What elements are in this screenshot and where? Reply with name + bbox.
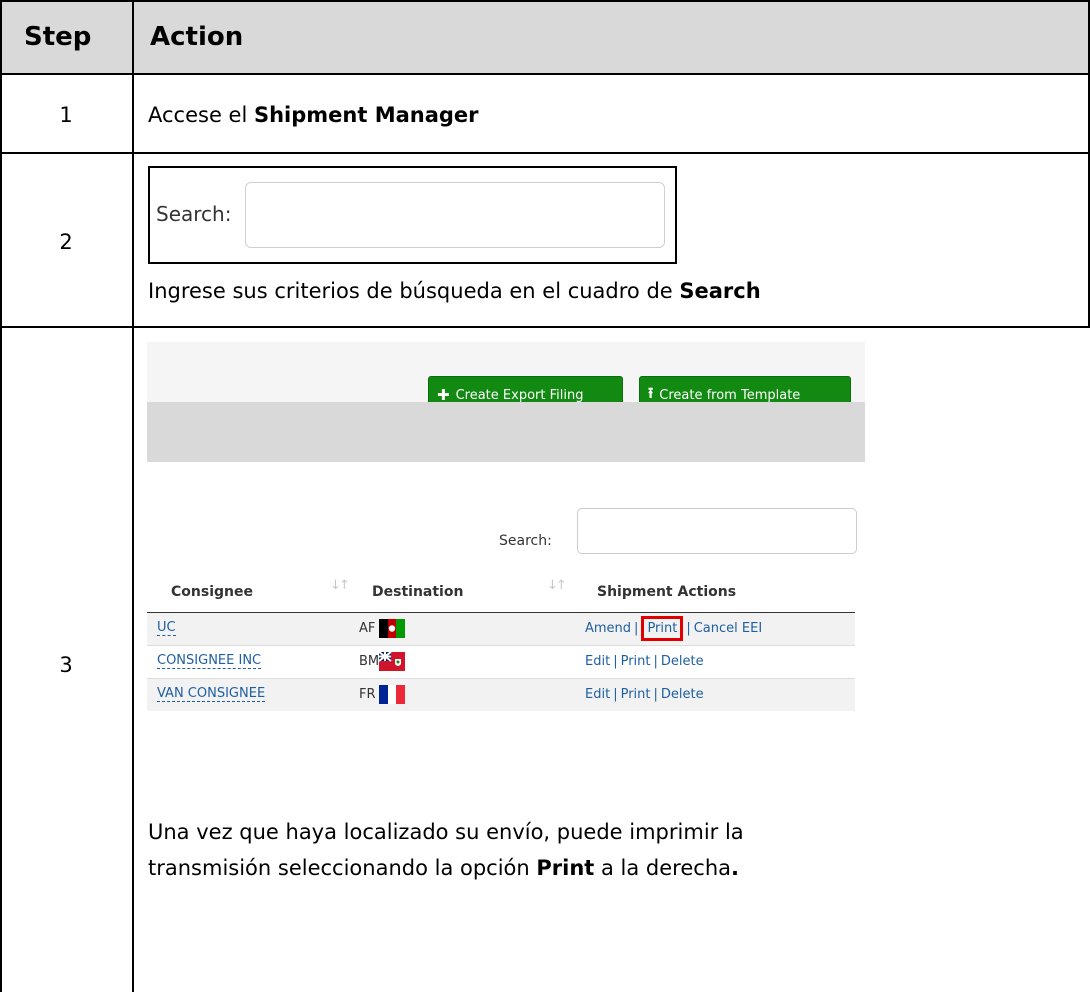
afghanistan-flag-icon bbox=[379, 619, 405, 638]
delete-link[interactable]: Delete bbox=[661, 654, 704, 669]
consignee-link[interactable]: UC bbox=[157, 620, 176, 636]
search-label: Search: bbox=[156, 202, 232, 226]
destination-code: AF bbox=[359, 621, 376, 636]
table-row: CONSIGNEE INC BM Edit | Print | Delete bbox=[147, 646, 855, 678]
destination-code: BM bbox=[359, 654, 380, 669]
table-row: UC AF Amend | Print | Cancel EEI bbox=[147, 613, 855, 645]
column-consignee[interactable]: Consignee bbox=[171, 584, 253, 600]
step-number: 1 bbox=[59, 103, 73, 127]
print-link[interactable]: Print bbox=[621, 654, 651, 669]
step-number: 3 bbox=[59, 653, 73, 677]
shipment-manager-screenshot: ✚ Create Export Filing ⭱ Create from Tem… bbox=[147, 342, 865, 750]
search-input[interactable] bbox=[577, 508, 857, 554]
filter-band bbox=[147, 402, 865, 462]
delete-link[interactable]: Delete bbox=[661, 687, 704, 702]
sort-icon[interactable]: ↓↑ bbox=[547, 578, 567, 593]
edit-link[interactable]: Edit bbox=[585, 654, 610, 669]
step-text: Accese el Shipment Manager bbox=[148, 103, 479, 127]
column-shipment-actions: Shipment Actions bbox=[597, 584, 737, 600]
bermuda-flag-icon bbox=[379, 652, 405, 671]
instructions-table: Step Action 1 Accese el Shipment Manager… bbox=[0, 0, 1090, 992]
edit-link[interactable]: Edit bbox=[585, 687, 610, 702]
header-action: Action bbox=[150, 22, 244, 52]
step-text-line1: Una vez que haya localizado su envío, pu… bbox=[148, 820, 744, 844]
header-step: Step bbox=[24, 22, 92, 52]
step-number: 2 bbox=[59, 230, 73, 254]
print-link-highlighted[interactable]: Print bbox=[641, 616, 684, 641]
search-label: Search: bbox=[499, 533, 552, 549]
destination-code: FR bbox=[359, 687, 376, 702]
table-row: VAN CONSIGNEE FR Edit | Print | Delete bbox=[147, 679, 855, 711]
consignee-link[interactable]: VAN CONSIGNEE bbox=[157, 686, 266, 702]
column-destination[interactable]: Destination bbox=[372, 584, 463, 600]
step-text: Ingrese sus criterios de búsqueda en el … bbox=[148, 279, 761, 303]
cancel-eei-link[interactable]: Cancel EEI bbox=[694, 621, 762, 636]
consignee-link[interactable]: CONSIGNEE INC bbox=[157, 653, 262, 669]
search-input bbox=[245, 182, 665, 248]
amend-link[interactable]: Amend bbox=[585, 621, 631, 636]
france-flag-icon bbox=[379, 685, 405, 704]
search-box-screenshot: Search: bbox=[148, 166, 677, 264]
print-link[interactable]: Print bbox=[621, 687, 651, 702]
sort-icon[interactable]: ↓↑ bbox=[330, 578, 350, 593]
step-text-line2: transmisión seleccionando la opción Prin… bbox=[148, 856, 739, 880]
